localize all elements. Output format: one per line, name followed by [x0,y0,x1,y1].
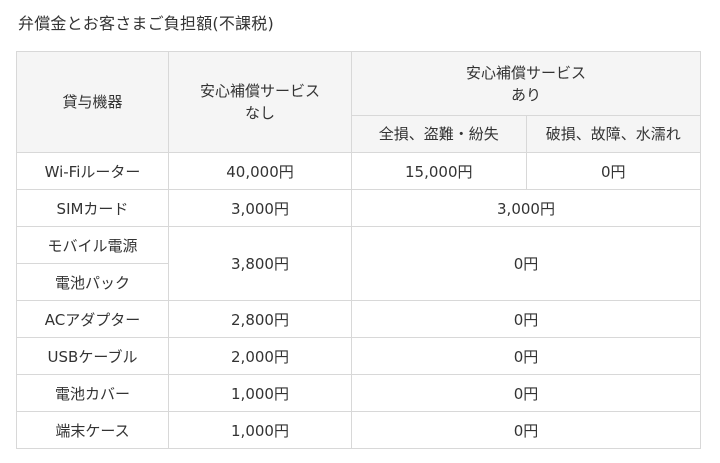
device-cell: Wi-Fiルーター [16,152,169,190]
loss-theft-fee: 15,000円 [351,152,527,190]
table-row: モバイル電源 3,800円 0円 [16,226,701,301]
table-row: Wi-Fiルーター 40,000円 15,000円 0円 [16,152,701,190]
compensation-table: 貸与機器 安心補償サービス なし 安心補償サービス あり 全損、盗難・紛失 破損… [16,51,701,449]
device-cell: 端末ケース [16,411,169,449]
with-service-fee: 3,000円 [351,189,701,227]
header-no-service-line2: なし [244,104,275,122]
header-no-service: 安心補償サービス なし [168,51,352,153]
device-cell: 電池パック [16,263,169,301]
no-service-fee: 40,000円 [168,152,352,190]
header-device: 貸与機器 [16,51,169,153]
table-caption: 弁償金とお客さまご負担額(不課税) [18,14,274,33]
device-cell: ACアダプター [16,300,169,338]
table-row: 端末ケース 1,000円 0円 [16,411,701,449]
table-row: 電池カバー 1,000円 0円 [16,374,701,412]
device-cell: モバイル電源 [16,226,169,264]
device-cell: SIMカード [16,189,169,227]
with-service-fee: 0円 [351,300,701,338]
header-with-service: 安心補償サービス あり [351,51,701,116]
header-row: 貸与機器 安心補償サービス なし 安心補償サービス あり [16,51,701,153]
table-row: USBケーブル 2,000円 0円 [16,337,701,375]
table-row: ACアダプター 2,800円 0円 [16,300,701,338]
with-service-fee: 0円 [351,337,701,375]
no-service-fee: 2,000円 [168,337,352,375]
header-with-service-line2: あり [510,85,541,104]
no-service-fee: 1,000円 [168,374,352,412]
device-cell: USBケーブル [16,337,169,375]
header-loss-theft: 全損、盗難・紛失 [351,115,527,153]
device-cell: 電池カバー [16,374,169,412]
header-no-service-line1: 安心補償サービス [199,82,320,100]
with-service-fee: 0円 [351,411,701,449]
header-with-service-line1: 安心補償サービス [465,63,586,82]
damage-water-fee: 0円 [525,152,701,190]
no-service-fee: 3,000円 [168,189,352,227]
table-row: SIMカード 3,000円 3,000円 [16,189,701,227]
no-service-fee: 2,800円 [168,300,352,338]
with-service-fee: 0円 [351,226,701,301]
no-service-fee: 3,800円 [168,226,352,301]
header-damage-water: 破損、故障、水濡れ [525,115,701,153]
no-service-fee: 1,000円 [168,411,352,449]
with-service-fee: 0円 [351,374,701,412]
